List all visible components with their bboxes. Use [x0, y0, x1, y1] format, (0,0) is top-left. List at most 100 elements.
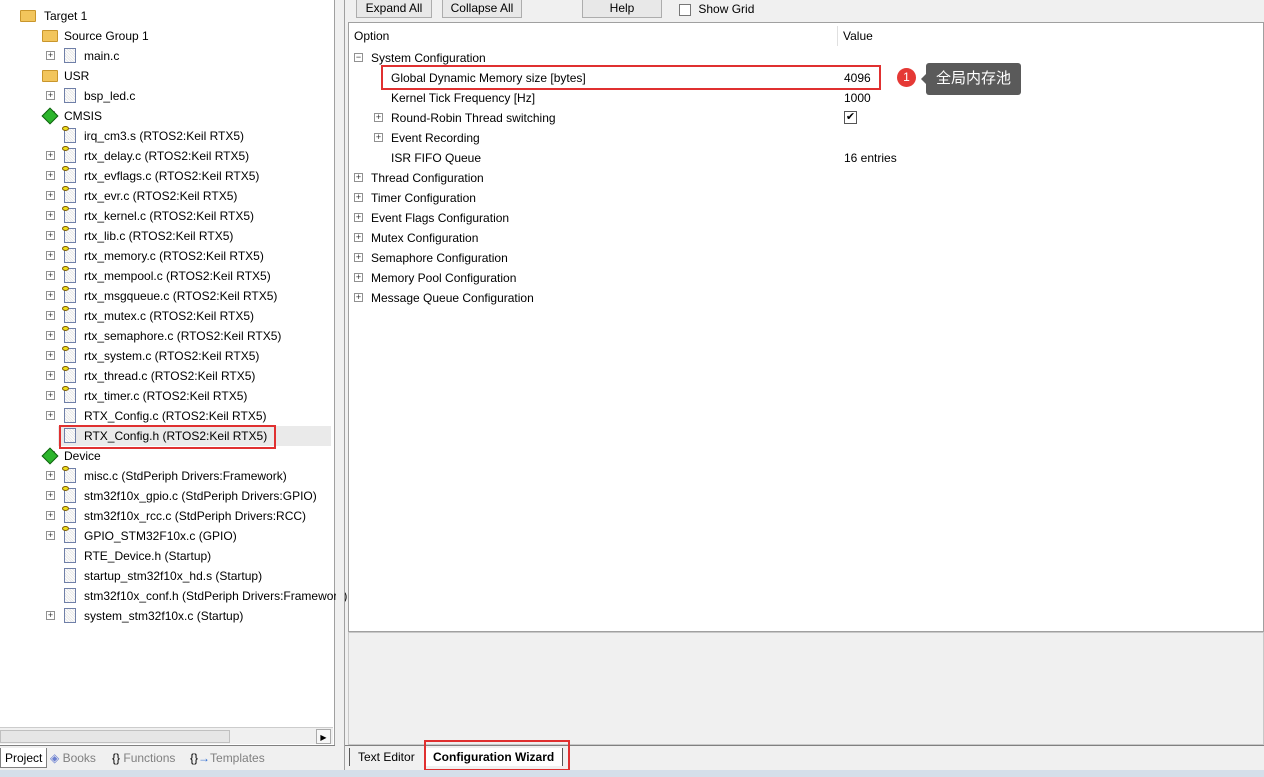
description-area	[348, 632, 1264, 745]
tree-item[interactable]: −CMSIS	[0, 106, 333, 126]
expand-icon[interactable]: +	[46, 331, 55, 340]
expand-icon[interactable]: +	[46, 231, 55, 240]
expand-icon[interactable]: +	[46, 171, 55, 180]
option-checkbox[interactable]: ✔	[844, 111, 857, 124]
grid-header: Option Value	[349, 26, 1263, 46]
tree-item[interactable]: + rtx_timer.c (RTOS2:Keil RTX5)	[0, 386, 333, 406]
tab-functions[interactable]: {} Functions	[108, 748, 179, 768]
scroll-right-arrow-icon[interactable]: ▶	[316, 729, 331, 744]
expand-icon[interactable]: +	[46, 611, 55, 620]
expand-icon[interactable]: +	[46, 151, 55, 160]
tree-item[interactable]: + GPIO_STM32F10x.c (GPIO)	[0, 526, 333, 546]
key-file-icon	[62, 286, 76, 303]
tree-item[interactable]: + rtx_evflags.c (RTOS2:Keil RTX5)	[0, 166, 333, 186]
tree-item[interactable]: + RTX_Config.c (RTOS2:Keil RTX5)	[0, 406, 333, 426]
tree-item[interactable]: + stm32f10x_rcc.c (StdPeriph Drivers:RCC)	[0, 506, 333, 526]
option-row[interactable]: Kernel Tick Frequency [Hz] 1000	[349, 88, 1263, 108]
column-header-value[interactable]: Value	[843, 26, 873, 46]
option-row[interactable]: + Event Recording	[349, 128, 1263, 148]
tree-item[interactable]: + bsp_led.c	[0, 86, 333, 106]
expand-icon[interactable]: +	[46, 91, 55, 100]
tree-item[interactable]: + system_stm32f10x.c (Startup)	[0, 606, 333, 626]
option-row[interactable]: + Mutex Configuration	[349, 228, 1263, 248]
tab-project[interactable]: Project	[0, 748, 48, 768]
tree-item-label: system_stm32f10x.c (Startup)	[84, 609, 244, 623]
tree-item[interactable]: startup_stm32f10x_hd.s (Startup)	[0, 566, 333, 586]
expand-icon[interactable]: +	[46, 491, 55, 500]
column-header-option[interactable]: Option	[354, 26, 389, 46]
expand-icon[interactable]: +	[354, 273, 363, 282]
option-row[interactable]: + Memory Pool Configuration	[349, 268, 1263, 288]
option-label: Memory Pool Configuration	[371, 271, 517, 285]
expand-icon[interactable]: +	[354, 233, 363, 242]
tree-item[interactable]: −Target 1	[0, 6, 333, 26]
checkbox-box[interactable]	[679, 3, 691, 16]
expand-icon[interactable]: +	[46, 411, 55, 420]
tree-item[interactable]: stm32f10x_conf.h (StdPeriph Drivers:Fram…	[0, 586, 347, 606]
tree-item[interactable]: −Device	[0, 446, 333, 466]
expand-icon[interactable]: +	[374, 133, 383, 142]
tree-item[interactable]: + rtx_kernel.c (RTOS2:Keil RTX5)	[0, 206, 333, 226]
tab-text-editor[interactable]: Text Editor	[349, 748, 423, 766]
key-file-icon	[62, 186, 76, 203]
scrollbar-thumb[interactable]	[0, 730, 230, 743]
horizontal-scrollbar[interactable]: ▶	[0, 727, 333, 744]
collapse-icon[interactable]: −	[354, 53, 363, 62]
column-divider[interactable]	[837, 26, 838, 46]
expand-icon[interactable]: +	[46, 211, 55, 220]
tree-item[interactable]: + main.c	[0, 46, 333, 66]
expand-icon[interactable]: +	[46, 471, 55, 480]
expand-icon[interactable]: +	[354, 213, 363, 222]
expand-icon[interactable]: +	[46, 51, 55, 60]
expand-icon[interactable]: +	[46, 511, 55, 520]
option-row[interactable]: + Semaphore Configuration	[349, 248, 1263, 268]
tree-item[interactable]: + misc.c (StdPeriph Drivers:Framework)	[0, 466, 333, 486]
expand-icon[interactable]: +	[46, 311, 55, 320]
expand-icon[interactable]: +	[354, 193, 363, 202]
tree-item[interactable]: + rtx_system.c (RTOS2:Keil RTX5)	[0, 346, 333, 366]
expand-icon[interactable]: +	[46, 191, 55, 200]
tree-item[interactable]: + rtx_evr.c (RTOS2:Keil RTX5)	[0, 186, 333, 206]
tree-item[interactable]: + rtx_thread.c (RTOS2:Keil RTX5)	[0, 366, 333, 386]
option-label: Timer Configuration	[371, 191, 476, 205]
tab-books[interactable]: ◈ Books	[46, 748, 100, 768]
tree-item[interactable]: + rtx_semaphore.c (RTOS2:Keil RTX5)	[0, 326, 333, 346]
help-button[interactable]: Help	[582, 0, 662, 18]
option-row[interactable]: + Round-Robin Thread switching ✔	[349, 108, 1263, 128]
expand-icon[interactable]: +	[46, 531, 55, 540]
option-row[interactable]: ISR FIFO Queue 16 entries	[349, 148, 1263, 168]
tree-item[interactable]: + rtx_msgqueue.c (RTOS2:Keil RTX5)	[0, 286, 333, 306]
tree-item[interactable]: RTE_Device.h (Startup)	[0, 546, 333, 566]
collapse-all-button[interactable]: Collapse All	[442, 0, 522, 18]
tree-item[interactable]: + rtx_memory.c (RTOS2:Keil RTX5)	[0, 246, 333, 266]
option-value[interactable]: 1000	[844, 88, 871, 108]
option-row[interactable]: + Timer Configuration	[349, 188, 1263, 208]
expand-icon[interactable]: +	[354, 293, 363, 302]
expand-icon[interactable]: +	[354, 253, 363, 262]
tree-item[interactable]: −Source Group 1	[0, 26, 333, 46]
expand-icon[interactable]: +	[354, 173, 363, 182]
show-grid-checkbox[interactable]: Show Grid	[679, 2, 754, 16]
expand-icon[interactable]: +	[374, 113, 383, 122]
expand-icon[interactable]: +	[46, 271, 55, 280]
tree-item[interactable]: −USR	[0, 66, 333, 86]
tab-templates[interactable]: {}→Templates	[186, 748, 269, 768]
tree-item[interactable]: + rtx_mempool.c (RTOS2:Keil RTX5)	[0, 266, 333, 286]
expand-icon[interactable]: +	[46, 251, 55, 260]
expand-icon[interactable]: +	[46, 391, 55, 400]
expand-all-button[interactable]: Expand All	[356, 0, 432, 18]
expand-icon[interactable]: +	[46, 291, 55, 300]
tree-item[interactable]: irq_cm3.s (RTOS2:Keil RTX5)	[0, 126, 333, 146]
option-row[interactable]: + Event Flags Configuration	[349, 208, 1263, 228]
option-value[interactable]: 16 entries	[844, 148, 897, 168]
expand-icon[interactable]: +	[46, 371, 55, 380]
panel-splitter[interactable]	[336, 0, 345, 770]
expand-icon[interactable]: +	[46, 351, 55, 360]
tree-item[interactable]: + stm32f10x_gpio.c (StdPeriph Drivers:GPI…	[0, 486, 333, 506]
tree-item[interactable]: + rtx_lib.c (RTOS2:Keil RTX5)	[0, 226, 333, 246]
option-row[interactable]: + Message Queue Configuration	[349, 288, 1263, 308]
tree-item[interactable]: + rtx_delay.c (RTOS2:Keil RTX5)	[0, 146, 333, 166]
option-row[interactable]: + Thread Configuration	[349, 168, 1263, 188]
tree-item[interactable]: + rtx_mutex.c (RTOS2:Keil RTX5)	[0, 306, 333, 326]
tree-item-label: stm32f10x_conf.h (StdPeriph Drivers:Fram…	[84, 589, 348, 603]
